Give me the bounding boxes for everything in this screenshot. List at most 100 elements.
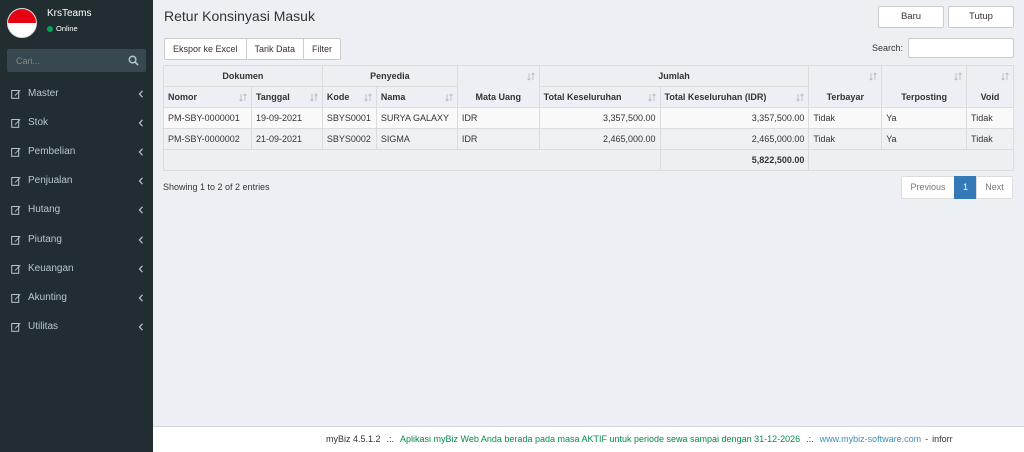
search-icon[interactable]	[128, 55, 139, 66]
footer-separator: .:.	[386, 434, 395, 444]
sidebar-item-label: Utilitas	[28, 321, 59, 332]
cell-terposting: Ya	[881, 128, 968, 150]
search-label: Search:	[872, 43, 904, 53]
column-header-nomor[interactable]: Nomor	[163, 86, 252, 108]
sidebar-search-input[interactable]	[7, 49, 125, 72]
edit-icon	[11, 148, 21, 157]
column-header-terposting[interactable]: Terposting	[881, 65, 968, 108]
sidebar-item-akunting[interactable]: Akunting	[0, 284, 153, 313]
cell-total-idr: 3,357,500.00	[659, 107, 810, 129]
user-status: Online	[47, 24, 78, 33]
column-header-label: Nomor	[168, 92, 197, 102]
sort-icon	[954, 72, 962, 81]
sidebar-item-label: Penjualan	[28, 175, 73, 186]
chevron-left-icon	[138, 236, 143, 244]
user-name: KrsTeams	[47, 8, 92, 19]
sidebar-item-piutang[interactable]: Piutang	[0, 226, 153, 255]
sidebar-item-label: Master	[28, 88, 59, 99]
close-button[interactable]: Tutup	[948, 6, 1014, 28]
chevron-left-icon	[138, 148, 143, 156]
edit-icon	[11, 294, 21, 303]
cell-terposting: Ya	[881, 107, 968, 129]
group-header-dokumen: Dokumen	[163, 65, 323, 87]
column-header-total[interactable]: Total Keseluruhan	[538, 86, 661, 108]
user-panel: KrsTeams Online	[0, 0, 153, 42]
table-row[interactable]: PM-SBY-0000001 19-09-2021 SBYS0001 SURYA…	[163, 107, 1014, 129]
sidebar-item-hutang[interactable]: Hutang	[0, 196, 153, 225]
indonesia-flag-avatar	[7, 8, 37, 38]
column-header-terbayar[interactable]: Terbayar	[808, 65, 883, 108]
sort-icon	[869, 72, 878, 81]
sidebar-item-label: Piutang	[28, 234, 62, 245]
chevron-left-icon	[138, 119, 143, 127]
sidebar-item-stok[interactable]: Stok	[0, 109, 153, 138]
search-input[interactable]	[908, 38, 1014, 58]
group-header-penyedia: Penyedia	[321, 65, 458, 87]
column-header-tanggal[interactable]: Tanggal	[250, 86, 323, 108]
sort-icon	[444, 93, 453, 102]
footer-empty-cell	[163, 149, 661, 171]
column-header-mata-uang[interactable]: Mata Uang	[456, 65, 540, 108]
edit-icon	[11, 177, 21, 186]
chevron-left-icon	[138, 323, 143, 331]
grand-total: 5,822,500.00	[659, 149, 810, 171]
edit-icon	[11, 265, 21, 274]
column-header-total-idr[interactable]: Total Keseluruhan (IDR)	[659, 86, 810, 108]
column-header-nama[interactable]: Nama	[375, 86, 458, 108]
page-1-button[interactable]: 1	[954, 176, 977, 199]
sidebar-item-keuangan[interactable]: Keuangan	[0, 255, 153, 284]
export-excel-button[interactable]: Ekspor ke Excel	[164, 38, 247, 60]
online-dot-icon	[47, 26, 53, 32]
main-content: Retur Konsinyasi Masuk Baru Tutup Ekspor…	[153, 0, 1024, 452]
column-header-label: Tanggal	[255, 92, 290, 102]
footer-dash: -	[925, 434, 929, 444]
sort-icon	[647, 93, 656, 102]
cell-kode: SBYS0002	[321, 128, 377, 150]
new-button[interactable]: Baru	[878, 6, 944, 28]
sidebar-search	[7, 49, 146, 72]
filter-button[interactable]: Filter	[303, 38, 342, 60]
column-header-void[interactable]: Void	[966, 65, 1014, 108]
license-message: Aplikasi myBiz Web Anda berada pada masa…	[400, 434, 801, 444]
sidebar-item-label: Stok	[28, 117, 49, 128]
table-row[interactable]: PM-SBY-0000002 21-09-2021 SBYS0002 SIGMA…	[163, 128, 1014, 150]
table-footer-row: 5,822,500.00	[163, 149, 1014, 171]
column-header-label: Terposting	[901, 92, 948, 102]
column-header-label: Void	[980, 92, 1000, 102]
cell-nomor: PM-SBY-0000001	[163, 107, 252, 129]
sort-icon	[796, 93, 805, 102]
edit-icon	[11, 206, 21, 215]
sort-icon	[364, 93, 372, 102]
sort-icon	[526, 72, 535, 81]
website-link[interactable]: www.mybiz-software.com	[820, 434, 922, 444]
column-header-label: Terbayar	[826, 92, 864, 102]
sidebar-item-utilitas[interactable]: Utilitas	[0, 313, 153, 342]
pull-data-button[interactable]: Tarik Data	[245, 38, 305, 60]
sidebar-item-label: Pembelian	[28, 146, 76, 157]
sidebar-item-pembelian[interactable]: Pembelian	[0, 138, 153, 167]
cell-void: Tidak	[966, 107, 1014, 129]
next-page-button[interactable]: Next	[976, 176, 1013, 199]
column-header-label: Mata Uang	[475, 92, 521, 102]
cell-terbayar: Tidak	[808, 107, 883, 129]
sidebar-item-penjualan[interactable]: Penjualan	[0, 167, 153, 196]
column-header-kode[interactable]: Kode	[321, 86, 377, 108]
chevron-left-icon	[138, 206, 143, 214]
chevron-left-icon	[138, 90, 143, 98]
cell-mata-uang: IDR	[456, 128, 540, 150]
toolbar-button-group: Ekspor ke Excel Tarik Data Filter	[164, 38, 342, 60]
previous-page-button[interactable]: Previous	[901, 176, 955, 199]
app-version: myBiz 4.5.1.2	[326, 434, 381, 444]
sidebar-item-label: Hutang	[28, 204, 61, 215]
chevron-left-icon	[138, 177, 143, 185]
footer-trailing-text: inforr	[932, 434, 953, 444]
sidebar-item-master[interactable]: Master	[0, 80, 153, 109]
sidebar: KrsTeams Online Master Stok Pembelian Pe…	[0, 0, 153, 452]
chevron-left-icon	[138, 265, 143, 273]
cell-nomor: PM-SBY-0000002	[163, 128, 252, 150]
cell-tanggal: 19-09-2021	[250, 107, 323, 129]
sort-icon	[1001, 72, 1009, 81]
column-header-label: Total Keseluruhan (IDR)	[664, 92, 767, 102]
sort-icon	[310, 93, 318, 102]
cell-nama: SURYA GALAXY	[375, 107, 458, 129]
